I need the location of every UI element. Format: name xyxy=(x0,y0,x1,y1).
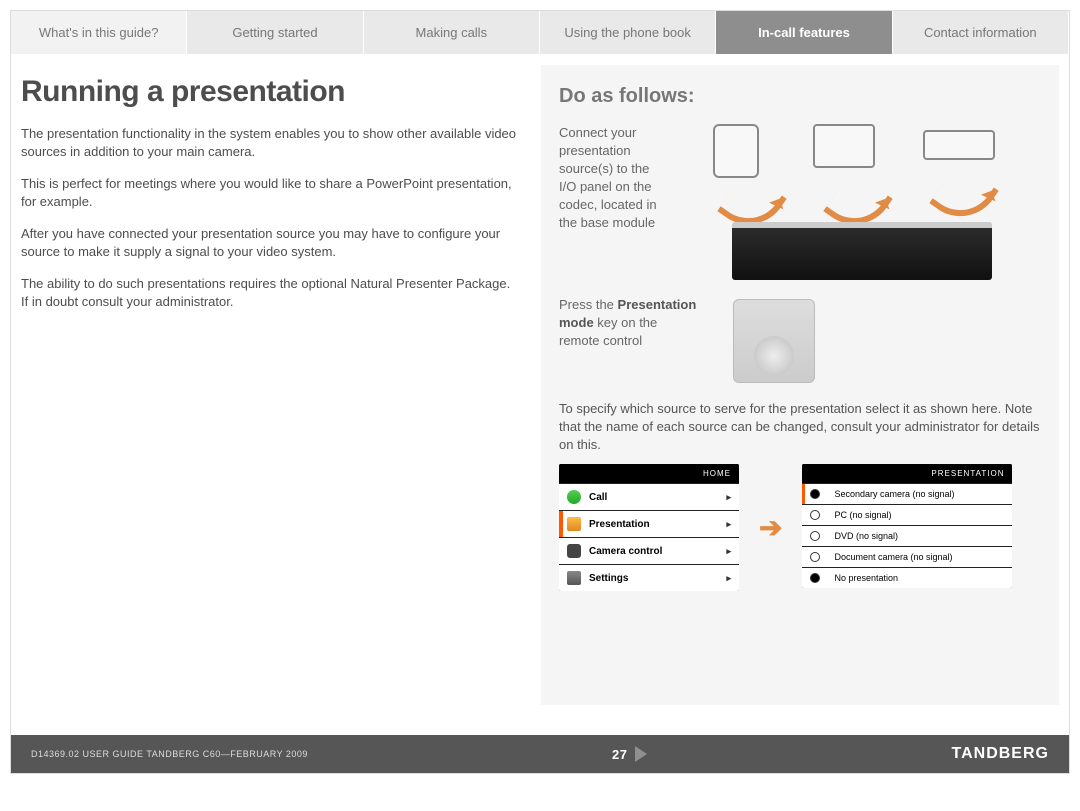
pres-menu-item-label: PC (no signal) xyxy=(834,510,891,520)
camera-icon xyxy=(567,544,581,558)
home-menu-camera-label: Camera control xyxy=(589,546,662,557)
menu-screenshots: HOME Call ▸ Presentation ▸ Camera contro… xyxy=(559,464,1041,591)
left-column: Running a presentation The presentation … xyxy=(21,65,521,705)
arrow-right-icon: ➔ xyxy=(759,511,782,544)
do-as-follows-heading: Do as follows: xyxy=(559,85,1041,108)
step1-text: Connect your presentation source(s) to t… xyxy=(559,124,669,284)
step2-pre: Press the xyxy=(559,297,618,312)
codec-connection-graphic xyxy=(683,124,1041,284)
radio-icon xyxy=(810,552,820,562)
page-footer: D14369.02 USER GUIDE TANDBERG C60—FEBRUA… xyxy=(11,735,1069,773)
intro-para-2: This is perfect for meetings where you w… xyxy=(21,175,521,211)
page-number: 27 xyxy=(612,747,627,762)
pres-menu-secondary-camera: Secondary camera (no signal) xyxy=(802,483,1012,504)
chevron-right-icon: ▸ xyxy=(726,573,731,584)
home-menu-camera: Camera control ▸ xyxy=(559,537,739,564)
tab-phone-book[interactable]: Using the phone book xyxy=(540,11,716,54)
pres-menu-item-label: Secondary camera (no signal) xyxy=(834,489,954,499)
home-menu-presentation: Presentation ▸ xyxy=(559,510,739,537)
brand-logo: TANDBERG xyxy=(952,745,1049,763)
presentation-menu-title: PRESENTATION xyxy=(802,464,1012,483)
pres-menu-no-presentation: No presentation xyxy=(802,567,1012,588)
step-connect-source: Connect your presentation source(s) to t… xyxy=(559,124,1041,284)
intro-para-3: After you have connected your presentati… xyxy=(21,225,521,261)
page-number-wrap: 27 xyxy=(612,746,647,762)
tab-in-call-features[interactable]: In-call features xyxy=(716,11,892,54)
source-selection-note: To specify which source to serve for the… xyxy=(559,400,1041,454)
laptop-icon xyxy=(813,124,875,168)
radio-icon xyxy=(810,531,820,541)
pres-menu-item-label: Document camera (no signal) xyxy=(834,552,952,562)
radio-icon xyxy=(810,489,820,499)
phone-icon xyxy=(567,490,581,504)
content-area: Running a presentation The presentation … xyxy=(11,55,1069,735)
document-camera-icon xyxy=(713,124,759,178)
tab-contact-info[interactable]: Contact information xyxy=(893,11,1069,54)
pres-menu-dvd: DVD (no signal) xyxy=(802,525,1012,546)
intro-para-1: The presentation functionality in the sy… xyxy=(21,125,521,161)
radio-icon xyxy=(810,510,820,520)
intro-para-4: The ability to do such presentations req… xyxy=(21,275,521,311)
document-page: What's in this guide? Getting started Ma… xyxy=(10,10,1070,774)
radio-filled-icon xyxy=(810,573,820,583)
tab-making-calls[interactable]: Making calls xyxy=(364,11,540,54)
right-column: Do as follows: Connect your presentation… xyxy=(541,65,1059,705)
dvd-player-icon xyxy=(923,130,995,160)
home-menu-call-label: Call xyxy=(589,492,607,503)
triangle-right-icon xyxy=(635,746,647,762)
home-menu-settings: Settings ▸ xyxy=(559,564,739,591)
settings-icon xyxy=(567,571,581,585)
step-press-presentation: Press the Presentation mode key on the r… xyxy=(559,296,1041,386)
tab-whats-in-guide[interactable]: What's in this guide? xyxy=(11,11,187,54)
home-menu-title: HOME xyxy=(559,464,739,483)
home-menu-presentation-label: Presentation xyxy=(589,519,650,530)
presentation-menu-panel: PRESENTATION Secondary camera (no signal… xyxy=(802,464,1012,588)
remote-graphic-wrap xyxy=(713,296,1041,386)
chevron-right-icon: ▸ xyxy=(726,492,731,503)
pres-menu-item-label: No presentation xyxy=(834,573,898,583)
chevron-right-icon: ▸ xyxy=(726,519,731,530)
home-menu-call: Call ▸ xyxy=(559,483,739,510)
pres-menu-document-camera: Document camera (no signal) xyxy=(802,546,1012,567)
page-title: Running a presentation xyxy=(21,75,521,109)
tab-getting-started[interactable]: Getting started xyxy=(187,11,363,54)
pres-menu-pc: PC (no signal) xyxy=(802,504,1012,525)
presentation-icon xyxy=(567,517,581,531)
chevron-right-icon: ▸ xyxy=(726,546,731,557)
codec-device-icon xyxy=(732,222,992,280)
tab-bar: What's in this guide? Getting started Ma… xyxy=(11,11,1069,55)
home-menu-settings-label: Settings xyxy=(589,573,628,584)
step2-text: Press the Presentation mode key on the r… xyxy=(559,296,699,386)
doc-id: D14369.02 USER GUIDE TANDBERG C60—FEBRUA… xyxy=(31,749,308,759)
home-menu-panel: HOME Call ▸ Presentation ▸ Camera contro… xyxy=(559,464,739,591)
pres-menu-item-label: DVD (no signal) xyxy=(834,531,898,541)
remote-control-icon xyxy=(733,299,815,383)
